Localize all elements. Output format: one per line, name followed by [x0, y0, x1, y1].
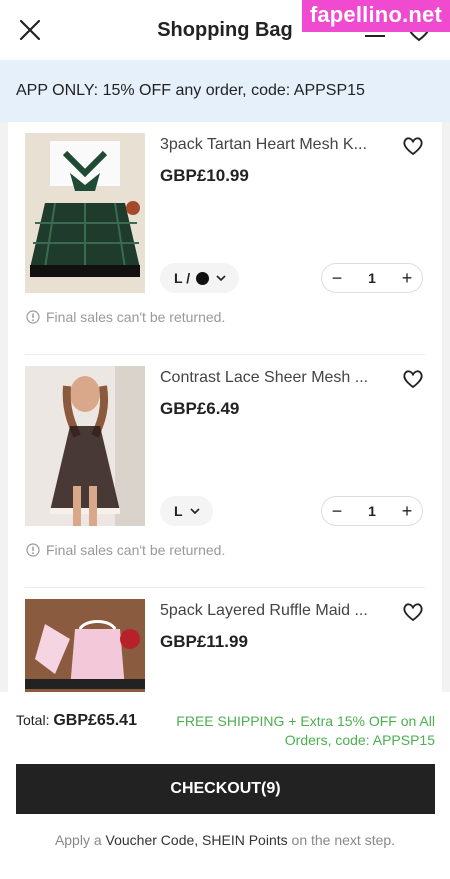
total-value: GBP£65.41	[53, 712, 137, 729]
shein-points-link[interactable]: SHEIN Points	[202, 832, 288, 848]
increase-button[interactable]: +	[392, 264, 422, 292]
heart-icon[interactable]	[401, 367, 425, 391]
product-image[interactable]	[25, 366, 145, 526]
chevron-down-icon	[216, 275, 226, 282]
note-text: Final sales can't be returned.	[46, 309, 226, 325]
hint-prefix: Apply a	[54, 832, 102, 848]
product-name[interactable]: Contrast Lace Sheer Mesh ...	[160, 369, 390, 387]
product-image[interactable]	[25, 599, 145, 692]
voucher-code-link[interactable]: Voucher Code,	[106, 832, 199, 848]
color-swatch	[196, 271, 210, 285]
increase-button[interactable]: +	[392, 497, 422, 525]
info-icon	[26, 310, 40, 324]
heart-icon[interactable]	[401, 600, 425, 624]
checkout-button[interactable]: CHECKOUT(9)	[16, 764, 435, 814]
note-text: Final sales can't be returned.	[46, 542, 226, 558]
shipping-promo: FREE SHIPPING + Extra 15% OFF on All Ord…	[165, 712, 435, 750]
final-sale-note: Final sales can't be returned.	[26, 309, 225, 325]
variant-selector[interactable]: L	[160, 496, 213, 526]
heart-icon[interactable]	[401, 134, 425, 158]
product-price: GBP£6.49	[160, 399, 240, 418]
variant-size: L /	[174, 270, 191, 286]
variant-selector[interactable]: L /	[160, 263, 240, 293]
info-icon	[26, 543, 40, 557]
quantity-value[interactable]: 1	[352, 503, 392, 519]
promo-banner[interactable]: APP ONLY: 15% OFF any order, code: APPSP…	[0, 60, 450, 122]
promo-text: APP ONLY: 15% OFF any order, code: APPSP…	[16, 82, 365, 99]
close-icon[interactable]	[16, 16, 44, 44]
cart-item: 3pack Tartan Heart Mesh K... GBP£10.99 L…	[8, 122, 442, 355]
checkout-footer: Total: GBP£65.41 FREE SHIPPING + Extra 1…	[0, 692, 450, 879]
product-name[interactable]: 3pack Tartan Heart Mesh K...	[160, 136, 390, 154]
product-price: GBP£10.99	[160, 166, 249, 185]
decrease-button[interactable]: −	[322, 264, 352, 292]
product-name[interactable]: 5pack Layered Ruffle Maid ...	[160, 602, 390, 620]
decrease-button[interactable]: −	[322, 497, 352, 525]
quantity-stepper: − 1 +	[321, 263, 423, 293]
product-image[interactable]	[25, 133, 145, 293]
chevron-down-icon	[189, 508, 200, 515]
cart-item-list[interactable]: 3pack Tartan Heart Mesh K... GBP£10.99 L…	[8, 122, 442, 692]
page-title: Shopping Bag	[157, 18, 293, 41]
watermark: fapellino.net	[301, 0, 450, 32]
shipping-line-2: Orders, code: APPSP15	[284, 732, 435, 748]
cart-item: Contrast Lace Sheer Mesh ... GBP£6.49 L …	[8, 355, 442, 588]
checkout-hint: Apply a Voucher Code, SHEIN Points on th…	[0, 832, 450, 848]
product-price: GBP£11.99	[160, 632, 248, 651]
quantity-stepper: − 1 +	[321, 496, 423, 526]
quantity-value[interactable]: 1	[352, 270, 392, 286]
order-total: Total: GBP£65.41	[16, 712, 137, 730]
final-sale-note: Final sales can't be returned.	[26, 542, 225, 558]
cart-item: 5pack Layered Ruffle Maid ... GBP£11.99	[8, 588, 442, 692]
total-label: Total:	[16, 712, 50, 728]
shipping-line-1: FREE SHIPPING + Extra 15% OFF on All	[176, 713, 435, 729]
variant-size: L	[174, 503, 183, 519]
hint-suffix: on the next step.	[291, 832, 396, 848]
